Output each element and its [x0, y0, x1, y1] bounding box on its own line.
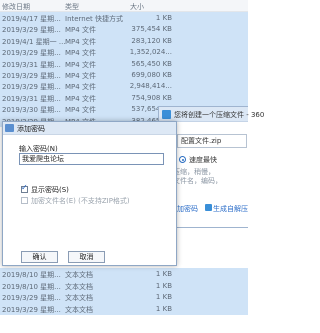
column-header-size[interactable]: 大小	[130, 2, 176, 12]
speed-radio[interactable]	[179, 156, 186, 163]
lock-icon	[5, 124, 14, 132]
speed-option-label[interactable]: 速度最快	[189, 155, 217, 165]
add-password-dialog: 添加密码 输入密码(N) 我爱爬虫论坛 显示密码(S) 加密文件名(E) (不支…	[2, 121, 177, 266]
file-row[interactable]: 2019/4/17 星期... Internet 快捷方式 1 KB	[0, 12, 248, 24]
dialog-title: 添加密码	[17, 125, 45, 133]
file-size: 1 KB	[155, 270, 172, 278]
file-row[interactable]: 2019/3/29 星期... 文本文档 1 KB	[0, 291, 248, 303]
zip-app-icon	[162, 110, 171, 119]
zip-window-title: 您将创建一个压缩文件 - 360	[174, 111, 265, 119]
file-date: 2019/3/29 星期...	[2, 305, 61, 314]
ok-button[interactable]: 确认	[21, 251, 58, 263]
file-size: 1 KB	[155, 281, 172, 290]
zip-filename-field[interactable]: 配置文件.zip	[177, 134, 247, 148]
file-date: 2019/3/29 星期...	[2, 294, 61, 302]
file-row[interactable]: 2019/3/29 星期... MP4 文件 699,080 KB	[0, 69, 248, 81]
file-type: 文本文档	[65, 305, 93, 314]
encrypt-filenames-label[interactable]: 加密文件名(E) (不支持ZIP格式)	[31, 196, 130, 206]
file-row[interactable]: 2019/3/31 星期... MP4 文件 565,450 KB	[0, 57, 248, 70]
self-extract-link[interactable]: 生成自解压	[213, 204, 248, 214]
file-size: 375,454 KB	[131, 25, 172, 34]
file-type: 文本文档	[65, 294, 93, 302]
file-date: 2019/8/10 星期...	[2, 271, 61, 279]
file-size: 754,908 KB	[131, 93, 172, 102]
file-size: 699,080 KB	[131, 71, 172, 79]
file-row[interactable]: 2019/8/10 星期... 文本文档 1 KB	[0, 268, 248, 280]
file-type: 文本文档	[65, 282, 93, 291]
column-header-bar: 修改日期 类型 大小	[0, 0, 248, 12]
dialog-title-bar: 添加密码	[3, 122, 176, 135]
file-size: 1 KB	[155, 293, 172, 301]
file-size: 1 KB	[155, 304, 172, 313]
compress-hint-line-2: 文件名，编码，	[173, 177, 222, 185]
file-size: 1 KB	[155, 14, 172, 22]
file-row[interactable]: 2019/8/10 星期... 文本文档 1 KB	[0, 279, 248, 292]
file-size: 2,948,414...	[129, 82, 172, 91]
file-row[interactable]: 2019/3/31 星期... MP4 文件 754,908 KB	[0, 91, 248, 104]
encrypt-filenames-checkbox[interactable]	[21, 197, 28, 204]
file-row[interactable]: 2019/3/29 星期... MP4 文件 375,454 KB	[0, 23, 248, 36]
show-password-checkbox[interactable]	[21, 183, 28, 193]
file-size: 565,450 KB	[131, 59, 172, 68]
self-extract-icon	[205, 204, 212, 211]
file-row[interactable]: 2019/4/1 星期一 ... MP4 文件 283,120 KB	[0, 34, 248, 47]
file-row[interactable]: 2019/3/29 星期... MP4 文件 2,948,414...	[0, 80, 248, 93]
file-row[interactable]: 2019/3/29 星期... 文本文档 1 KB	[0, 302, 248, 315]
file-size: 1,352,024...	[129, 48, 172, 57]
column-header-date[interactable]: 修改日期	[2, 2, 30, 12]
cancel-button[interactable]: 取消	[68, 251, 105, 263]
password-input[interactable]: 我爱爬虫论坛	[19, 153, 164, 165]
add-password-link[interactable]: 加密码	[177, 204, 198, 214]
zip-title-bar: 您将创建一个压缩文件 - 360	[159, 107, 264, 122]
column-header-type[interactable]: 类型	[65, 2, 79, 12]
show-password-label[interactable]: 显示密码(S)	[31, 185, 69, 195]
file-row[interactable]: 2019/3/29 星期... MP4 文件 1,352,024...	[0, 46, 248, 59]
file-type: 文本文档	[65, 271, 93, 279]
file-date: 2019/8/10 星期...	[2, 282, 61, 291]
file-size: 283,120 KB	[131, 36, 172, 45]
